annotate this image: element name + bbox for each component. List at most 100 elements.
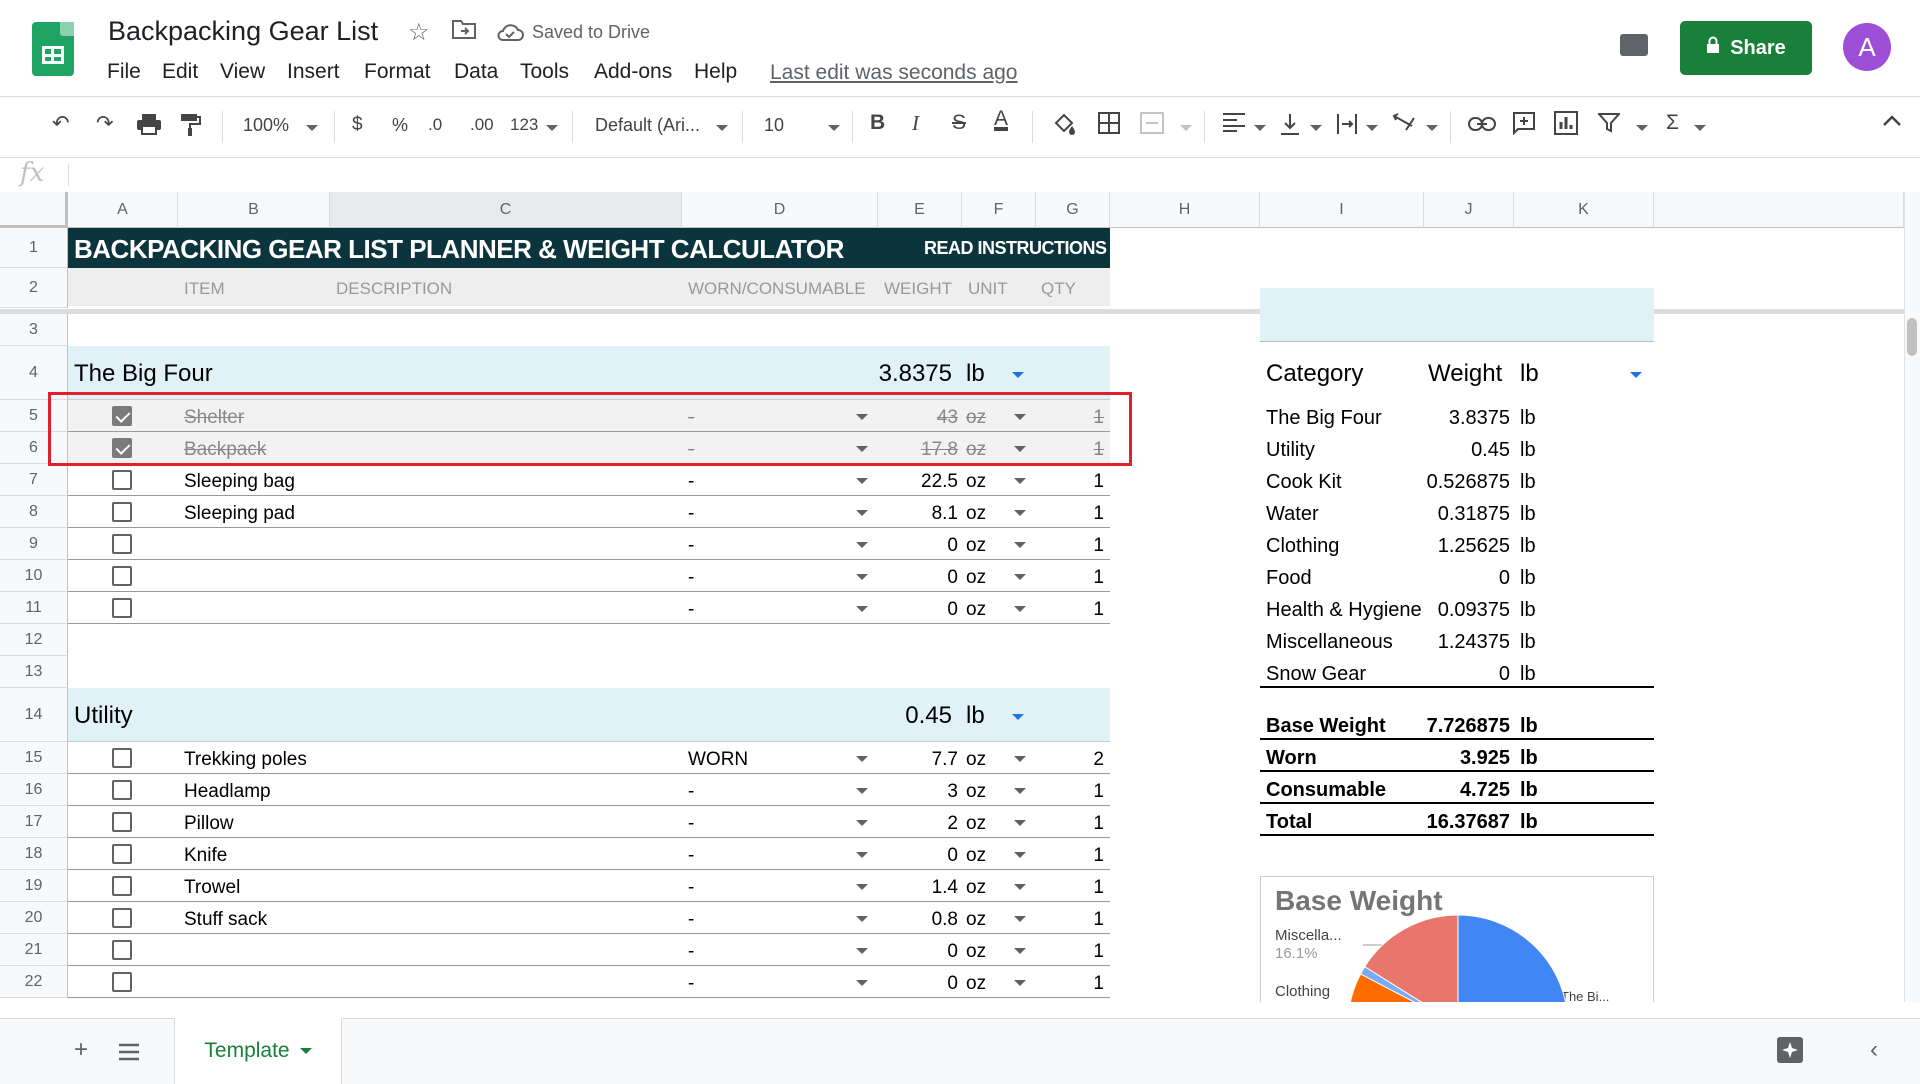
worn-dropdown-icon[interactable] [856, 542, 868, 548]
row-header[interactable]: 11 [0, 592, 68, 624]
unit-dropdown-icon[interactable] [1014, 884, 1026, 890]
share-button[interactable]: Share [1680, 21, 1812, 75]
section-unit-dropdown-icon[interactable] [1012, 372, 1024, 378]
italic-button[interactable]: I [912, 111, 919, 136]
item-name[interactable]: Trowel [184, 877, 240, 899]
qty-value[interactable]: 1 [1040, 471, 1104, 493]
decrease-decimal-button[interactable]: .0 [428, 115, 442, 135]
menu-data[interactable]: Data [454, 60, 498, 84]
unit-dropdown-icon[interactable] [1014, 574, 1026, 580]
font-size-select[interactable]: 10 [764, 115, 784, 136]
packed-checkbox[interactable] [112, 598, 132, 618]
insert-comment-icon[interactable] [1512, 111, 1536, 141]
read-instructions-link[interactable]: READ INSTRUCTIONS [924, 238, 1107, 259]
more-formats-button[interactable]: 123 [510, 115, 538, 135]
insert-link-icon[interactable] [1468, 114, 1496, 138]
unit-dropdown-icon[interactable] [1014, 478, 1026, 484]
column-header-j[interactable]: J [1424, 192, 1514, 228]
align-dropdown-icon[interactable] [1254, 125, 1266, 131]
weight-value[interactable]: 3 [880, 781, 958, 803]
sheets-logo-icon[interactable] [32, 22, 74, 76]
worn-dropdown-icon[interactable] [856, 510, 868, 516]
qty-value[interactable]: 1 [1040, 781, 1104, 803]
text-wrap-dropdown-icon[interactable] [1366, 125, 1378, 131]
packed-checkbox[interactable] [112, 780, 132, 800]
weight-value[interactable]: 8.1 [880, 503, 958, 525]
row-header[interactable]: 3 [0, 314, 68, 346]
row-header[interactable]: 22 [0, 966, 68, 998]
unit-dropdown-icon[interactable] [1014, 606, 1026, 612]
unit-value[interactable]: oz [966, 567, 986, 589]
unit-value[interactable]: oz [966, 813, 986, 835]
font-dropdown-icon[interactable] [716, 125, 728, 131]
column-header-c[interactable]: C [330, 192, 682, 228]
worn-value[interactable]: - [688, 813, 694, 835]
column-header-b[interactable]: B [178, 192, 330, 228]
worn-value[interactable]: - [688, 781, 694, 803]
item-name[interactable]: Sleeping bag [184, 471, 295, 493]
more-formats-dropdown-icon[interactable] [546, 125, 558, 131]
strikethrough-button[interactable]: S [952, 111, 966, 135]
merge-dropdown-icon[interactable] [1180, 125, 1192, 131]
qty-value[interactable]: 1 [1040, 973, 1104, 995]
comment-history-icon[interactable] [1620, 34, 1648, 56]
menu-file[interactable]: File [107, 60, 141, 84]
undo-icon[interactable]: ↶ [52, 111, 70, 136]
row-header[interactable]: 2 [0, 268, 68, 308]
packed-checkbox[interactable] [112, 502, 132, 522]
weight-value[interactable]: 2 [880, 813, 958, 835]
summary-unit-dropdown-icon[interactable] [1630, 372, 1642, 378]
weight-value[interactable]: 0 [880, 599, 958, 621]
unit-dropdown-icon[interactable] [1014, 542, 1026, 548]
all-sheets-icon[interactable] [118, 1040, 140, 1068]
worn-dropdown-icon[interactable] [856, 574, 868, 580]
worn-value[interactable]: WORN [688, 749, 748, 771]
redo-icon[interactable]: ↷ [96, 111, 114, 136]
cloud-saved-icon[interactable] [496, 21, 524, 50]
worn-dropdown-icon[interactable] [856, 756, 868, 762]
select-all-corner[interactable] [0, 192, 68, 228]
packed-checkbox[interactable] [112, 748, 132, 768]
qty-value[interactable]: 1 [1040, 909, 1104, 931]
row-header[interactable]: 21 [0, 934, 68, 966]
font-size-dropdown-icon[interactable] [828, 125, 840, 131]
unit-dropdown-icon[interactable] [1014, 980, 1026, 986]
weight-value[interactable]: 7.7 [880, 749, 958, 771]
paint-format-icon[interactable] [180, 113, 202, 143]
item-name[interactable]: Headlamp [184, 781, 271, 803]
vertical-align-icon[interactable] [1280, 112, 1300, 142]
item-name[interactable]: Trekking poles [184, 749, 307, 771]
qty-value[interactable]: 1 [1040, 567, 1104, 589]
base-weight-pie-chart[interactable]: Base Weight Miscella... 16.1% Clothing T… [1260, 876, 1654, 1002]
last-edit-link[interactable]: Last edit was seconds ago [770, 61, 1018, 85]
insert-chart-icon[interactable] [1554, 111, 1578, 141]
packed-checkbox[interactable] [112, 566, 132, 586]
percent-button[interactable]: % [392, 115, 408, 136]
unit-value[interactable]: oz [966, 909, 986, 931]
unit-value[interactable]: oz [966, 973, 986, 995]
menu-view[interactable]: View [220, 60, 265, 84]
avatar[interactable]: A [1843, 23, 1891, 71]
spreadsheet-grid[interactable]: A B C D E F G H I J K 1 2 3 4 5 6 7 8 9 … [0, 192, 1904, 1002]
worn-value[interactable]: - [688, 535, 694, 557]
menu-insert[interactable]: Insert [287, 60, 340, 84]
section-unit-dropdown-icon[interactable] [1012, 714, 1024, 720]
unit-dropdown-icon[interactable] [1014, 820, 1026, 826]
item-name[interactable]: Knife [184, 845, 227, 867]
move-folder-icon[interactable] [452, 18, 476, 47]
unit-value[interactable]: oz [966, 471, 986, 493]
unit-value[interactable]: oz [966, 503, 986, 525]
unit-dropdown-icon[interactable] [1014, 756, 1026, 762]
row-header[interactable]: 13 [0, 656, 68, 688]
worn-value[interactable]: - [688, 845, 694, 867]
packed-checkbox[interactable] [112, 876, 132, 896]
font-select[interactable]: Default (Ari... [595, 115, 700, 136]
unit-value[interactable]: oz [966, 845, 986, 867]
item-name[interactable]: Pillow [184, 813, 234, 835]
weight-value[interactable]: 1.4 [880, 877, 958, 899]
qty-value[interactable]: 2 [1040, 749, 1104, 771]
row-header[interactable]: 12 [0, 624, 68, 656]
unit-value[interactable]: oz [966, 599, 986, 621]
qty-value[interactable]: 1 [1040, 535, 1104, 557]
menu-format[interactable]: Format [364, 60, 431, 84]
